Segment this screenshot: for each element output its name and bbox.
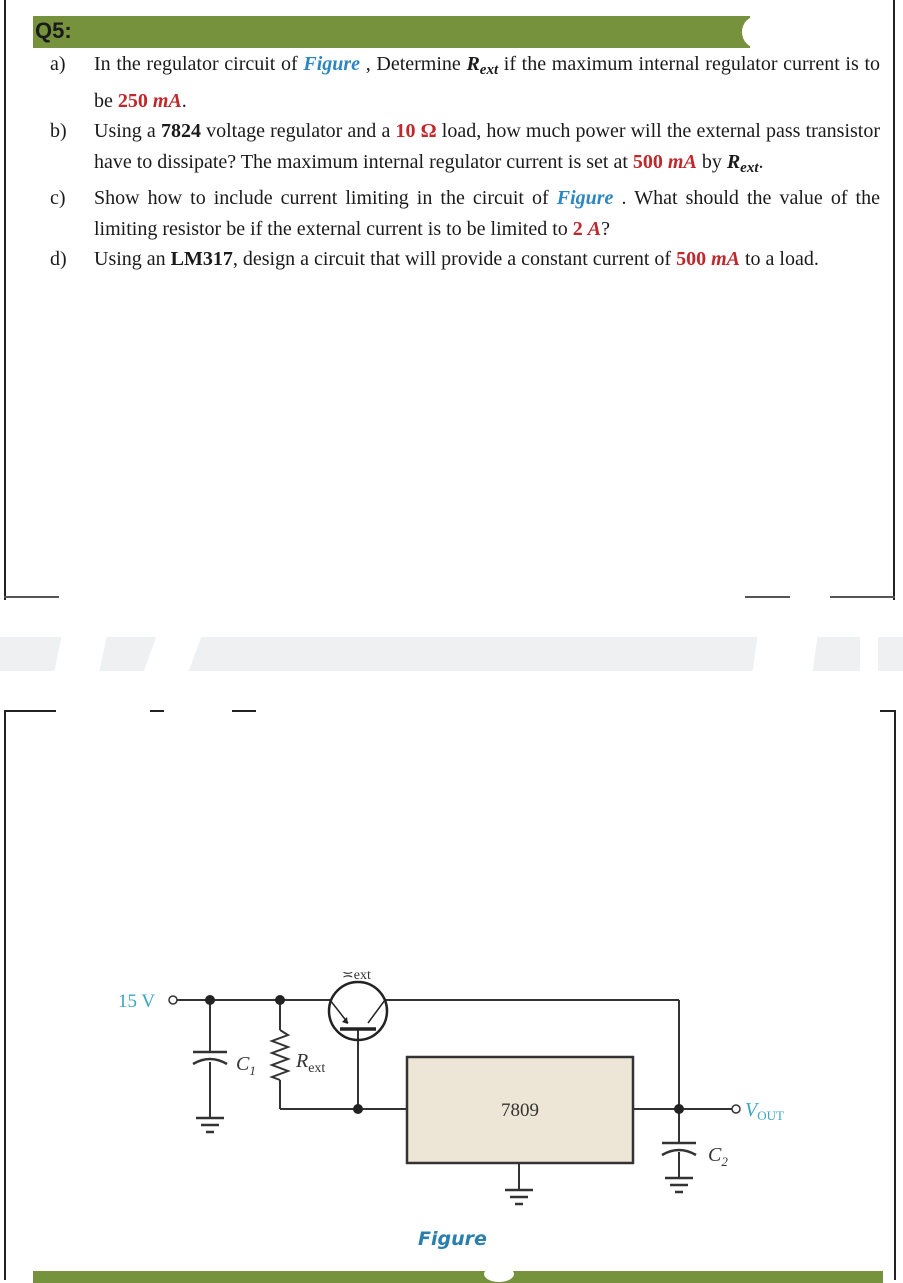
next-question-header-bar xyxy=(33,1271,883,1283)
part-letter: c) xyxy=(50,187,66,209)
page-border-left xyxy=(4,0,6,600)
input-terminal xyxy=(168,995,178,1005)
capacitor-c1-label: C1 xyxy=(236,1053,256,1078)
figure-reference: Figure xyxy=(556,187,614,209)
output-voltage-label: VOUT xyxy=(745,1099,784,1123)
current-limit-value: 2 A xyxy=(572,217,602,240)
question-part-c: c) Show how to include current limiting … xyxy=(50,183,880,244)
question-part-a: a) In the regulator circuit of Figure , … xyxy=(50,49,880,116)
junction-dot xyxy=(674,1104,684,1114)
transistor-label: ≍ext xyxy=(342,968,371,983)
page-border-right xyxy=(893,0,895,600)
part-letter: d) xyxy=(50,248,67,270)
junction-dot xyxy=(205,995,215,1005)
resistor-rext-label: Rext xyxy=(295,1050,325,1076)
rext-symbol: Rext xyxy=(466,53,499,78)
page-border-top xyxy=(232,710,256,712)
question-header-bar xyxy=(33,16,750,48)
page-border-bottom xyxy=(830,596,895,598)
question-part-b: b) Using a 7824 voltage regulator and a … xyxy=(50,116,880,183)
ground-icon xyxy=(196,1116,224,1134)
regulator-model: LM317 xyxy=(170,248,233,270)
capacitor-c2-label: C2 xyxy=(708,1144,728,1169)
page-border-bottom xyxy=(4,596,59,598)
resistor-rext-icon xyxy=(269,1029,291,1081)
page-border-bottom xyxy=(745,596,790,598)
figure-reference: Figure xyxy=(303,53,361,75)
ground-icon xyxy=(665,1176,693,1194)
page-border-top xyxy=(880,710,896,712)
rext-symbol: Rext xyxy=(726,150,759,176)
question-title: Q5: xyxy=(35,18,72,43)
part-letter: b) xyxy=(50,120,67,142)
junction-dot xyxy=(275,995,285,1005)
question-part-d: d) Using an LM317, design a circuit that… xyxy=(50,244,880,275)
input-voltage-label: 15 V xyxy=(118,991,155,1012)
current-value: 500 mA xyxy=(632,150,697,173)
page-border-top xyxy=(150,710,164,712)
current-value: 250 mA xyxy=(117,89,182,112)
output-terminal xyxy=(731,1104,741,1114)
figure-caption: Figure xyxy=(418,1228,487,1250)
current-value: 500 mA xyxy=(676,248,740,270)
regulator-model: 7824 xyxy=(160,120,201,142)
load-value: 10 Ω xyxy=(395,120,437,142)
ground-icon xyxy=(505,1188,533,1206)
question-list: a) In the regulator circuit of Figure , … xyxy=(50,49,880,275)
part-letter: a) xyxy=(50,53,66,75)
page-separator-band xyxy=(0,637,903,671)
page-border-top xyxy=(4,710,56,712)
junction-dot xyxy=(353,1104,363,1114)
regulator-circuit-diagram: 15 V C1 Rext ≍ext 7809 C2 VOUT xyxy=(118,968,784,1206)
regulator-label: 7809 xyxy=(501,1100,539,1121)
